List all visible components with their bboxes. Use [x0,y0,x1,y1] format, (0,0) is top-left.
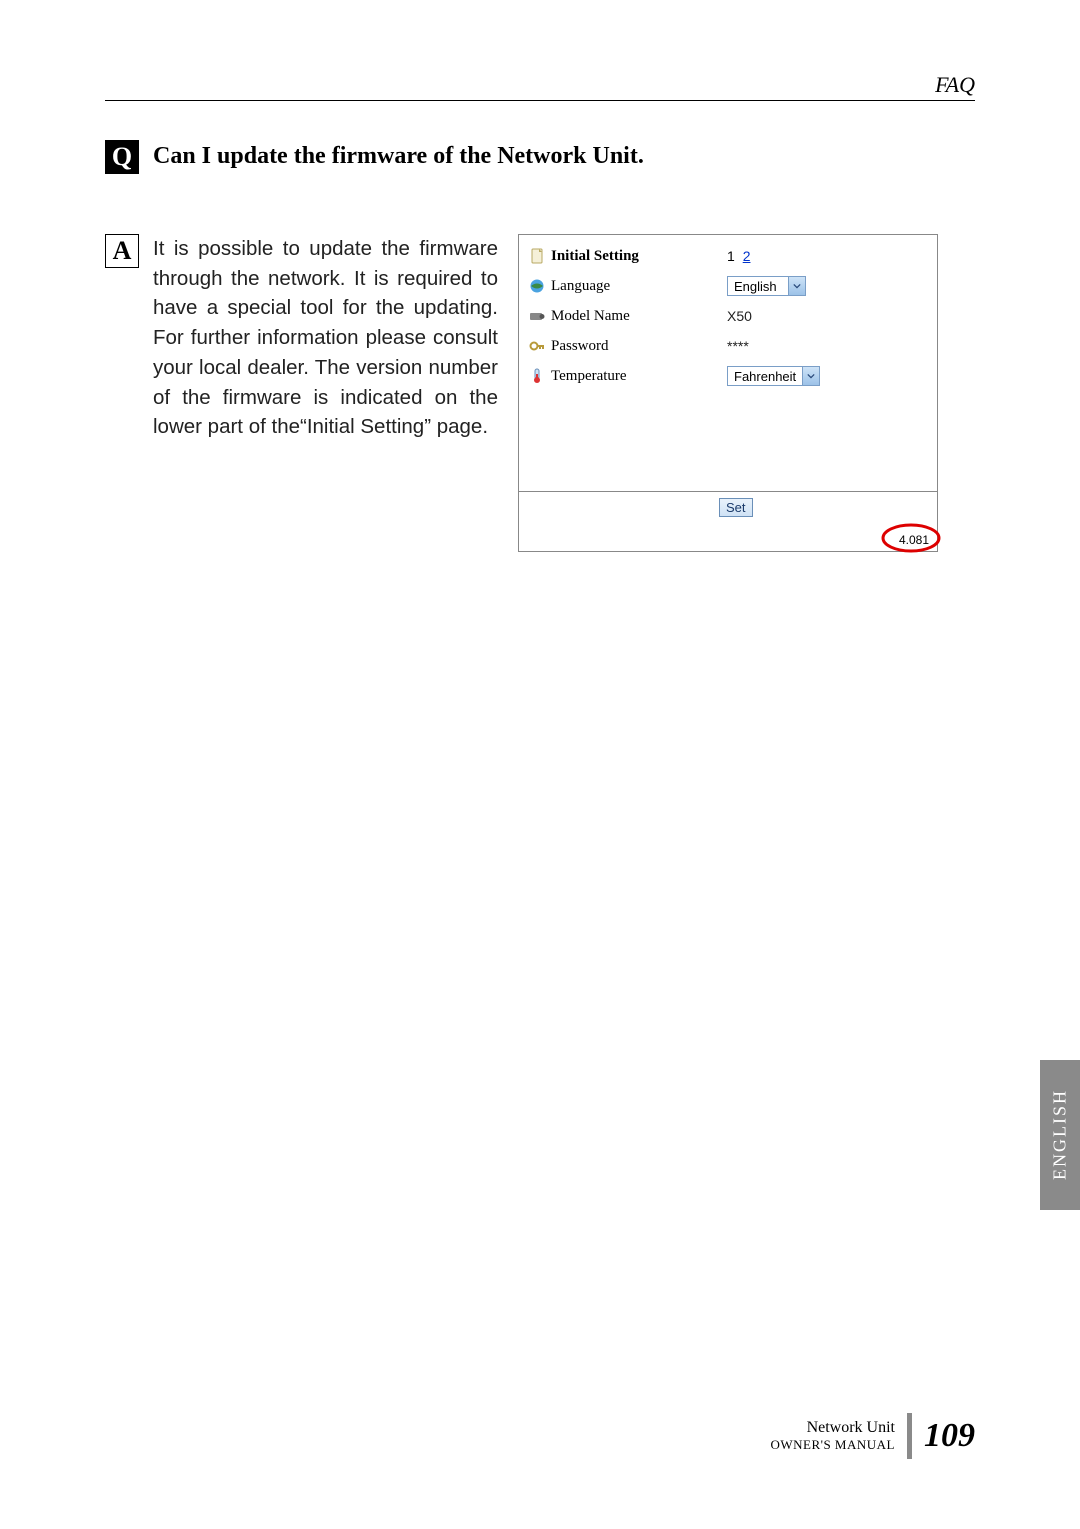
thermometer-icon [529,368,545,384]
q-badge: Q [105,140,139,174]
pager: 1 2 [727,248,750,264]
temperature-value: Fahrenheit [728,369,802,384]
model-label: Model Name [551,308,630,325]
question-row: Q Can I update the firmware of the Netwo… [105,140,975,174]
page-number: 109 [924,1417,975,1455]
pager-next-link[interactable]: 2 [743,248,751,264]
chevron-down-icon [788,277,805,295]
key-icon [529,338,545,354]
temperature-label: Temperature [551,368,627,385]
page-footer: Network Unit OWNER'S MANUAL 109 [770,1413,975,1459]
projector-icon [529,308,545,324]
language-label: Language [551,278,610,295]
pager-current: 1 [727,248,735,264]
answer-text: It is possible to update the firmware th… [153,234,498,552]
footer-manual: OWNER'S MANUAL [770,1437,895,1453]
footer-product: Network Unit [770,1419,895,1437]
answer-row: A It is possible to update the firmware … [105,234,975,552]
footer-divider [907,1413,912,1459]
chevron-down-icon [802,367,819,385]
globe-icon [529,278,545,294]
question-text: Can I update the firmware of the Network… [153,140,644,170]
version-highlight-circle [879,521,943,555]
password-label: Password [551,338,609,355]
password-value: **** [727,338,749,354]
page-icon [529,248,545,264]
model-value: X50 [727,308,752,324]
settings-title: Initial Setting [551,248,639,265]
header-faq: FAQ [935,72,975,98]
temperature-dropdown[interactable]: Fahrenheit [727,366,820,386]
a-badge: A [105,234,139,268]
language-dropdown[interactable]: English [727,276,806,296]
language-side-tab: ENGLISH [1040,1060,1080,1210]
set-button[interactable]: Set [719,498,753,517]
language-value: English [728,279,788,294]
settings-panel: Initial Setting 1 2 [518,234,938,552]
header-rule [105,100,975,101]
